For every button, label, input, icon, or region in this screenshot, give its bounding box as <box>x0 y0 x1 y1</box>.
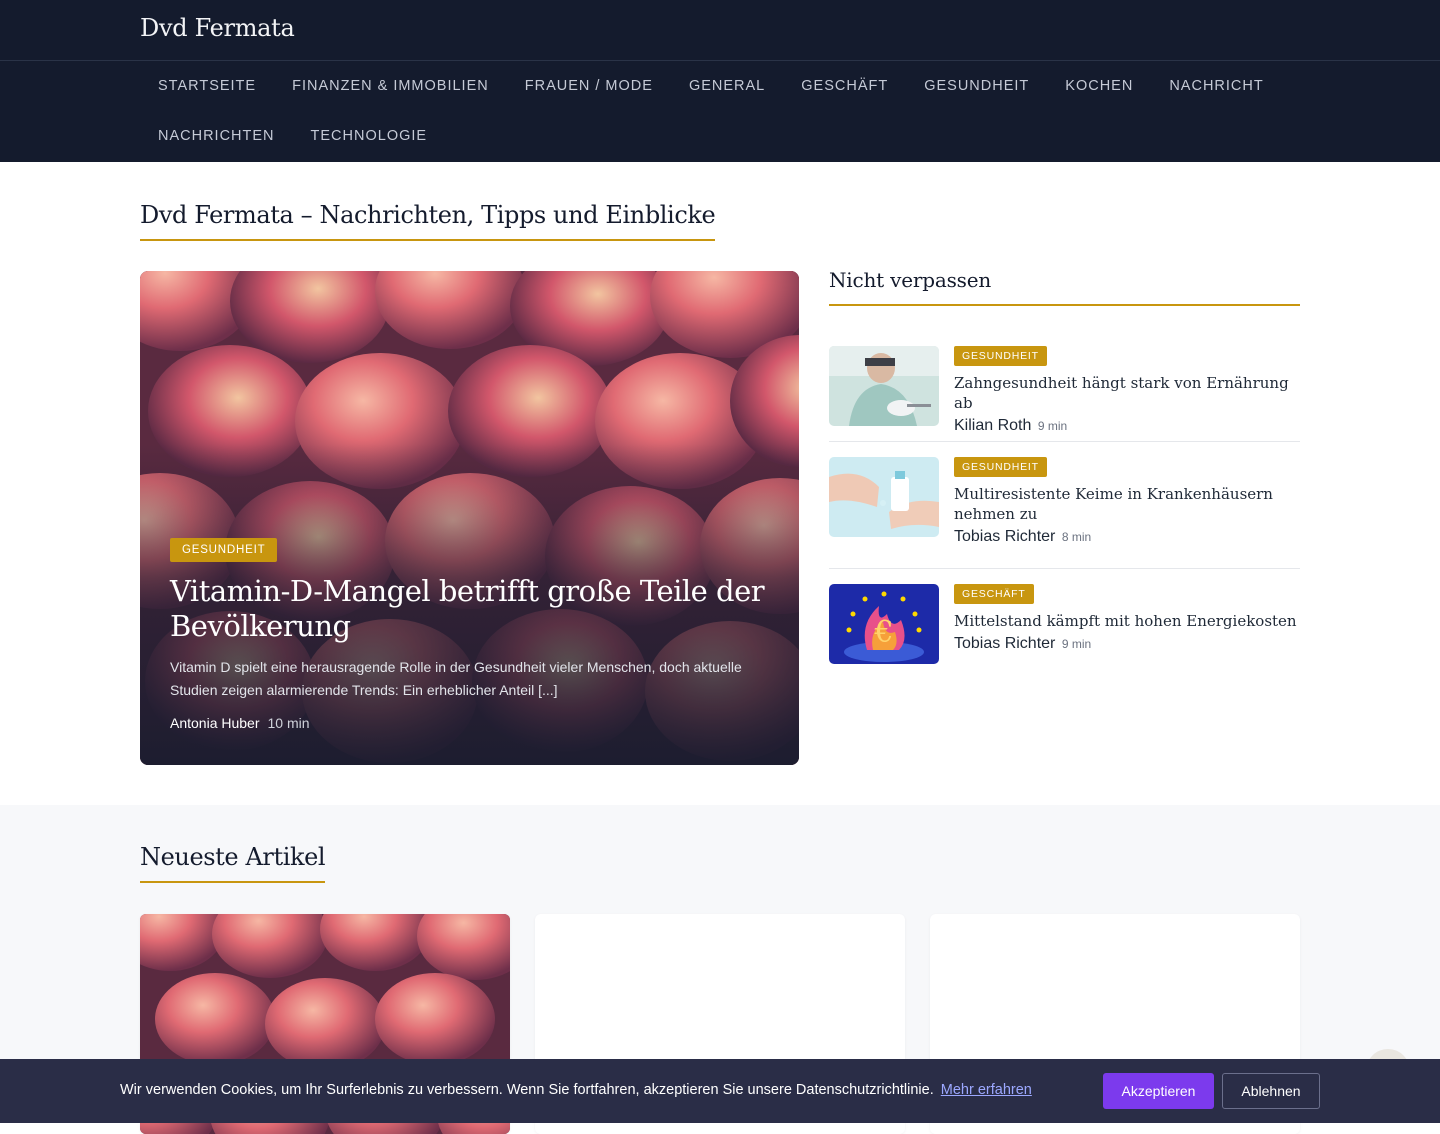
svg-text:€: € <box>873 615 893 650</box>
category-badge[interactable]: GESUNDHEIT <box>954 457 1047 477</box>
latest-articles-heading: Neueste Artikel <box>140 843 326 883</box>
sidebar-article-title[interactable]: Zahngesundheit hängt stark von Ernährung… <box>954 373 1300 413</box>
sidebar-article-text: GESCHÄFT Mittelstand kämpft mit hohen En… <box>954 584 1300 653</box>
category-badge[interactable]: GESCHÄFT <box>954 584 1034 604</box>
divider <box>829 441 1300 442</box>
nav-item-nachricht[interactable]: NACHRICHT <box>1151 61 1281 111</box>
top-bar: Dvd Fermata <box>0 0 1440 61</box>
site-title[interactable]: Dvd Fermata <box>140 14 295 42</box>
sidebar-article-title[interactable]: Multiresistente Keime in Krankenhäusern … <box>954 484 1300 524</box>
page-title: Dvd Fermata – Nachrichten, Tipps und Ein… <box>140 201 716 241</box>
author-name[interactable]: Antonia Huber <box>170 715 260 731</box>
sidebar-article-meta: Kilian Roth 9 min <box>954 417 1300 435</box>
read-time: 8 min <box>1061 530 1092 544</box>
read-time: 9 min <box>1061 637 1092 651</box>
sidebar-article-meta: Tobias Richter 8 min <box>954 528 1300 546</box>
dentist-image <box>829 346 939 426</box>
nav-item-gesundheit[interactable]: GESUNDHEIT <box>906 61 1047 111</box>
nav-item-technologie[interactable]: TECHNOLOGIE <box>293 111 446 161</box>
featured-article-title[interactable]: Vitamin-D-Mangel betrifft große Teile de… <box>170 574 770 644</box>
nav-item-nachrichten[interactable]: NACHRICHTEN <box>140 111 293 161</box>
author-name[interactable]: Tobias Richter <box>954 635 1055 652</box>
main-navigation: STARTSEITE FINANZEN & IMMOBILIEN FRAUEN … <box>0 61 1440 162</box>
sidebar-article-text: GESUNDHEIT Zahngesundheit hängt stark vo… <box>954 346 1300 435</box>
nav-item-finanzen-immobilien[interactable]: FINANZEN & IMMOBILIEN <box>274 61 507 111</box>
cookie-more-link[interactable]: Mehr erfahren <box>941 1082 1032 1098</box>
sidebar-article-meta: Tobias Richter 9 min <box>954 635 1300 653</box>
cookie-text: Wir verwenden Cookies, um Ihr Surferlebn… <box>120 1082 934 1098</box>
euro-flame-image: € <box>829 584 939 664</box>
nav-item-frauen-mode[interactable]: FRAUEN / MODE <box>507 61 671 111</box>
category-badge[interactable]: GESUNDHEIT <box>954 346 1047 366</box>
featured-article-excerpt: Vitamin D spielt eine herausragende Roll… <box>170 659 742 698</box>
cookie-message: Wir verwenden Cookies, um Ihr Surferlebn… <box>120 1082 1032 1098</box>
featured-article-meta: Antonia Huber 10 min <box>170 715 310 731</box>
cookie-banner: Wir verwenden Cookies, um Ihr Surferlebn… <box>0 1059 1440 1123</box>
category-badge[interactable]: GESUNDHEIT <box>170 538 278 562</box>
nav-item-geschaeft[interactable]: GESCHÄFT <box>783 61 906 111</box>
hand-disinfection-image <box>829 457 939 537</box>
nav-item-kochen[interactable]: KOCHEN <box>1047 61 1151 111</box>
sidebar-article-title[interactable]: Mittelstand kämpft mit hohen Energiekost… <box>954 611 1300 631</box>
read-time: 10 min <box>267 715 310 731</box>
author-name[interactable]: Kilian Roth <box>954 417 1031 434</box>
nav-list: STARTSEITE FINANZEN & IMMOBILIEN FRAUEN … <box>140 61 1300 161</box>
nav-item-general[interactable]: GENERAL <box>671 61 783 111</box>
nav-item-startseite[interactable]: STARTSEITE <box>140 61 274 111</box>
author-name[interactable]: Tobias Richter <box>954 528 1055 545</box>
sidebar-article-text: GESUNDHEIT Multiresistente Keime in Kran… <box>954 457 1300 546</box>
decline-cookies-button[interactable]: Ablehnen <box>1222 1073 1320 1109</box>
read-time: 9 min <box>1037 419 1068 433</box>
divider <box>829 568 1300 569</box>
accept-cookies-button[interactable]: Akzeptieren <box>1103 1073 1214 1109</box>
sidebar-heading: Nicht verpassen <box>829 268 1300 306</box>
featured-article[interactable]: GESUNDHEIT Vitamin-D-Mangel betrifft gro… <box>140 271 799 765</box>
